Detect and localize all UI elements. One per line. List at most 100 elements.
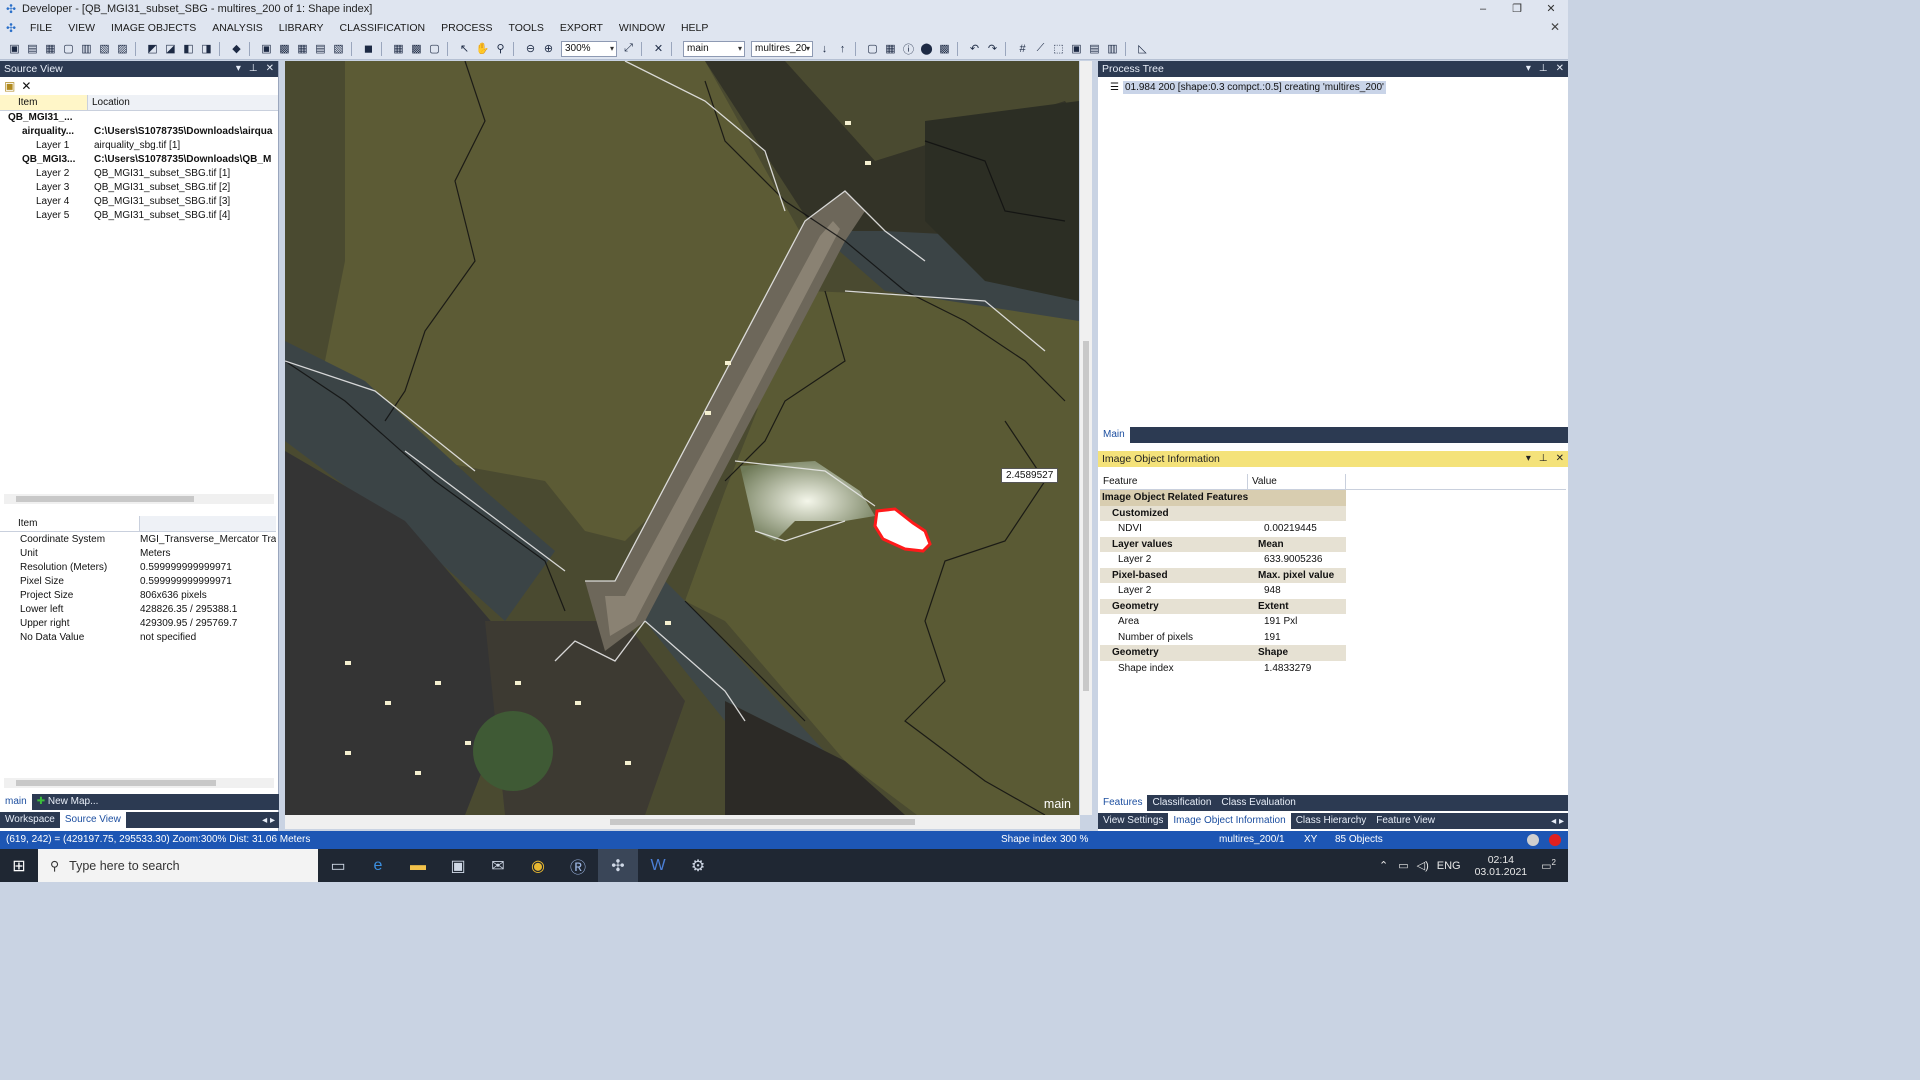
menu-help[interactable]: HELP xyxy=(673,18,716,38)
new-project-icon[interactable]: ▣ xyxy=(6,40,23,57)
horizontal-scrollbar[interactable] xyxy=(4,494,274,504)
pin-icon[interactable]: ⊥ xyxy=(249,61,258,77)
display-mode-icon[interactable]: ◆ xyxy=(228,40,245,57)
zoom-select[interactable]: 300% ▾ xyxy=(561,40,617,57)
feature-row[interactable]: Layer 2 948 xyxy=(1100,583,1346,599)
feature-row[interactable]: Image Object Related Features xyxy=(1100,490,1346,506)
undo-icon[interactable]: ↶ xyxy=(966,40,983,57)
r-app-icon[interactable]: Ⓡ xyxy=(558,849,598,882)
taskbar-search[interactable]: ⚲ Type here to search xyxy=(38,849,318,882)
split-view-icon[interactable]: ▦ xyxy=(390,40,407,57)
merge-object-icon[interactable]: ⬚ xyxy=(1050,40,1067,57)
tab-class-evaluation[interactable]: Class Evaluation xyxy=(1216,795,1300,811)
view-layer-icon[interactable]: ▣ xyxy=(258,40,275,57)
feature-info-icon[interactable]: ⬤ xyxy=(918,40,935,57)
column-header-value[interactable]: Value xyxy=(1248,474,1346,489)
panel-menu-icon[interactable]: ▾ xyxy=(236,61,241,77)
info-icon[interactable]: ⓘ xyxy=(900,40,917,57)
feature-row[interactable]: Pixel-based Max. pixel value xyxy=(1100,567,1346,583)
tab-class-hierarchy[interactable]: Class Hierarchy xyxy=(1291,813,1372,829)
tab-main-map[interactable]: main xyxy=(0,794,32,810)
menu-tools[interactable]: TOOLS xyxy=(500,18,551,38)
app-menu-icon[interactable]: ✣ xyxy=(0,21,22,35)
select-pointer-icon[interactable]: ↖ xyxy=(456,40,473,57)
minimize-button[interactable]: – xyxy=(1466,0,1500,18)
store-icon[interactable]: ▣ xyxy=(438,849,478,882)
delete-level-icon[interactable]: ✕ xyxy=(650,40,667,57)
ecognition-icon[interactable]: ✣ xyxy=(598,849,638,882)
panel-menu-icon[interactable]: ▾ xyxy=(1526,451,1531,467)
zoom-in-icon[interactable]: ⊕ xyxy=(540,40,557,57)
column-header-feature[interactable]: Feature xyxy=(1100,474,1248,489)
import-icon[interactable]: ▨ xyxy=(114,40,131,57)
edit-layer-icon[interactable]: ◪ xyxy=(162,40,179,57)
pin-icon[interactable]: ⊥ xyxy=(1539,451,1548,467)
save-project-icon[interactable]: ▦ xyxy=(42,40,59,57)
notifications-icon[interactable]: ▭2 xyxy=(1541,858,1556,873)
feature-row[interactable]: Geometry Shape xyxy=(1100,645,1346,661)
network-icon[interactable]: ▭ xyxy=(1398,859,1408,872)
tab-features[interactable]: Features xyxy=(1098,795,1148,811)
tab-source-view[interactable]: Source View xyxy=(59,812,126,828)
feature-row[interactable]: Layer 2 633.9005236 xyxy=(1100,552,1346,568)
file-explorer-icon[interactable]: ▬ xyxy=(398,849,438,882)
feature-row[interactable]: Geometry Extent xyxy=(1100,598,1346,614)
tab-image-object-information[interactable]: Image Object Information xyxy=(1168,813,1291,829)
feature-row[interactable]: Area 191 Pxl xyxy=(1100,614,1346,630)
link-view-icon[interactable]: ▩ xyxy=(408,40,425,57)
zoom-out-icon[interactable]: ⊖ xyxy=(522,40,539,57)
source-tree-row[interactable]: QB_MGI31_... xyxy=(0,111,278,125)
task-view-icon[interactable]: ▭ xyxy=(318,849,358,882)
tab-scroll-arrows[interactable]: ◂ ▸ xyxy=(262,815,275,826)
settings-app-icon[interactable]: ⚙ xyxy=(678,849,718,882)
process-tree-item[interactable]: ☰ 01.984 200 [shape:0.3 compct.:0.5] cre… xyxy=(1098,77,1568,94)
word-icon[interactable]: W xyxy=(638,849,678,882)
menu-analysis[interactable]: ANALYSIS xyxy=(204,18,271,38)
column-header-item[interactable]: Item xyxy=(0,95,88,110)
map-viewer[interactable]: 2.4589527 main xyxy=(285,61,1079,815)
tab-scroll-arrows[interactable]: ◂ ▸ xyxy=(1551,816,1564,827)
source-tree-row[interactable]: Layer 4 QB_MGI31_subset_SBG.tif [3] xyxy=(0,195,278,209)
zoom-tool-icon[interactable]: ⚲ xyxy=(492,40,509,57)
source-tree-row[interactable]: Layer 1 airquality_sbg.tif [1] xyxy=(0,139,278,153)
source-tree-row[interactable]: airquality... C:\Users\S1078735\Downloads… xyxy=(0,125,278,139)
menu-process[interactable]: PROCESS xyxy=(433,18,500,38)
new-map-tab[interactable]: ✚ New Map... xyxy=(32,794,104,810)
scrollbar-thumb[interactable] xyxy=(16,780,216,786)
edge-browser-icon[interactable]: e xyxy=(358,849,398,882)
panel-menu-icon[interactable]: ▾ xyxy=(1526,61,1531,77)
tray-chevron-up-icon[interactable]: ⌃ xyxy=(1379,859,1388,872)
source-tree-row[interactable]: QB_MGI3... C:\Users\S1078735\Downloads\QB… xyxy=(0,153,278,167)
mail-icon[interactable]: ✉ xyxy=(478,849,518,882)
menu-file[interactable]: FILE xyxy=(22,18,60,38)
open-project-icon[interactable]: ▤ xyxy=(24,40,41,57)
source-tree-row[interactable]: Layer 2 QB_MGI31_subset_SBG.tif [1] xyxy=(0,167,278,181)
view-samples-icon[interactable]: ▦ xyxy=(294,40,311,57)
viewer-horizontal-scrollbar[interactable] xyxy=(285,815,1080,829)
scrollbar-thumb[interactable] xyxy=(610,819,915,825)
satellite-image[interactable] xyxy=(285,61,1079,815)
window-layout-icon[interactable]: ▢ xyxy=(864,40,881,57)
save-edit-icon[interactable]: ▣ xyxy=(1068,40,1085,57)
horizontal-scrollbar[interactable] xyxy=(4,778,274,788)
clock[interactable]: 02:14 03.01.2021 xyxy=(1475,854,1528,878)
source-tree-row[interactable]: Layer 5 QB_MGI31_subset_SBG.tif [4] xyxy=(0,209,278,223)
add-data-icon[interactable]: ▣ xyxy=(4,79,15,93)
table-view-icon[interactable]: ▦ xyxy=(882,40,899,57)
feature-row[interactable]: Layer values Mean xyxy=(1100,536,1346,552)
feature-row[interactable]: Customized xyxy=(1100,505,1346,521)
language-indicator[interactable]: ENG xyxy=(1437,860,1461,872)
close-icon[interactable]: ✕ xyxy=(1556,61,1564,77)
map-select[interactable]: main ▾ xyxy=(683,40,745,57)
menu-library[interactable]: LIBRARY xyxy=(271,18,332,38)
scrollbar-thumb[interactable] xyxy=(1083,341,1089,691)
restore-button[interactable]: ❐ xyxy=(1500,0,1534,18)
column-header-item[interactable]: Item xyxy=(0,516,140,531)
view-classification-icon[interactable]: ▩ xyxy=(276,40,293,57)
cut-object-icon[interactable]: ⟋ xyxy=(1032,40,1049,57)
export-object-icon[interactable]: ▥ xyxy=(1104,40,1121,57)
manual-edit-icon[interactable]: # xyxy=(1014,40,1031,57)
level-select[interactable]: multires_20 ▾ xyxy=(751,40,813,57)
menu-export[interactable]: EXPORT xyxy=(552,18,611,38)
tab-feature-view[interactable]: Feature View xyxy=(1371,813,1440,829)
